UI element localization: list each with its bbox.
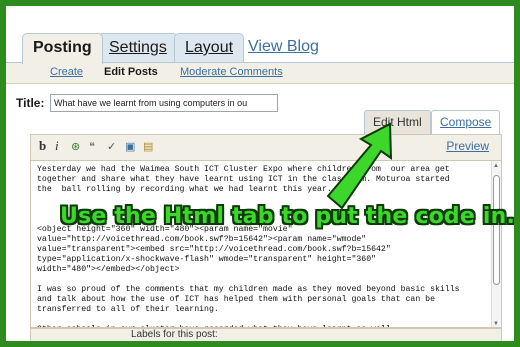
tab-layout[interactable]: Layout <box>174 33 245 63</box>
title-label: Title: <box>16 96 45 110</box>
editor-toolbar: b i ⊛ ❝ ✓ ▣ ▤ Preview <box>30 134 502 160</box>
green-frame: Posting Settings Layout View Blog Create… <box>0 0 520 347</box>
tab-view-blog[interactable]: View Blog <box>238 33 329 63</box>
italic-button[interactable]: i <box>55 138 59 154</box>
html-editor[interactable]: Yesterday we had the Waimea South ICT Cl… <box>30 160 502 328</box>
scroll-down-icon[interactable]: ▼ <box>493 321 499 327</box>
labels-label: Labels for this post: <box>131 329 218 340</box>
video-icon[interactable]: ▤ <box>143 140 153 153</box>
tab-compose[interactable]: Compose <box>431 110 501 134</box>
tab-posting[interactable]: Posting <box>22 33 103 64</box>
title-input[interactable] <box>50 94 278 112</box>
subtab-edit-posts[interactable]: Edit Posts <box>104 66 158 78</box>
bold-button[interactable]: b <box>39 138 46 154</box>
spellcheck-icon[interactable]: ✓ <box>107 140 116 153</box>
scroll-up-icon[interactable]: ▲ <box>493 163 499 169</box>
editor-scrollbar[interactable]: ▲ ▼ <box>491 161 501 327</box>
image-icon[interactable]: ▣ <box>125 140 135 153</box>
subtab-create[interactable]: Create <box>50 66 83 78</box>
labels-row: Labels for this post: <box>30 328 502 341</box>
tab-edit-html[interactable]: Edit Html <box>364 110 431 134</box>
link-icon[interactable]: ⊛ <box>71 140 80 153</box>
editor-content[interactable]: Yesterday we had the Waimea South ICT Cl… <box>37 165 489 327</box>
top-nav: Posting Settings Layout View Blog <box>6 6 514 64</box>
annotation-callout: Use the Html tab to put the code in. <box>60 204 515 229</box>
sub-nav: Create Edit Posts Moderate Comments <box>6 62 514 84</box>
tab-settings[interactable]: Settings <box>98 33 178 63</box>
quote-icon[interactable]: ❝ <box>89 140 95 153</box>
preview-link[interactable]: Preview <box>446 139 489 153</box>
subtab-moderate-comments[interactable]: Moderate Comments <box>180 66 283 78</box>
